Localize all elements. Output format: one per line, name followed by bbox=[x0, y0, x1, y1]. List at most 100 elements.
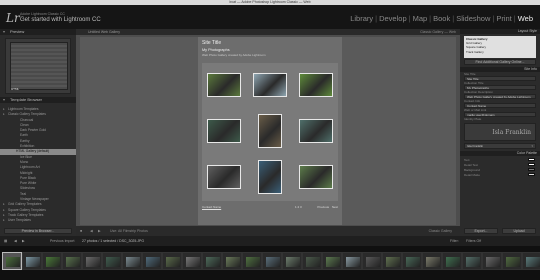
module-print[interactable]: Print bbox=[496, 14, 511, 23]
filmstrip-thumbnail[interactable] bbox=[402, 252, 422, 270]
filmstrip-thumbnail[interactable] bbox=[142, 252, 162, 270]
filmstrip-thumbnail[interactable] bbox=[162, 252, 182, 270]
filmstrip-image bbox=[486, 257, 500, 267]
identity-plate-dropdown[interactable]: Isla Franklin bbox=[464, 143, 536, 149]
contact-link[interactable]: Contact Name bbox=[202, 205, 221, 209]
filmstrip-thumbnail[interactable] bbox=[102, 252, 122, 270]
right-panel: Layout Style Classic Gallery Grid Gallery… bbox=[460, 29, 540, 236]
site-title[interactable]: Site Title bbox=[202, 40, 221, 46]
module-library[interactable]: Library bbox=[350, 14, 373, 23]
gallery-type-label: Classic Gallery bbox=[428, 229, 452, 233]
collection-title[interactable]: My Photographs bbox=[202, 48, 230, 52]
grid-cell bbox=[294, 155, 338, 199]
filmstrip-thumbnail[interactable] bbox=[322, 252, 342, 270]
filmstrip-thumbnail[interactable] bbox=[282, 252, 302, 270]
page-numbers[interactable]: 1 2 3 bbox=[295, 205, 302, 209]
module-map[interactable]: Map bbox=[413, 14, 428, 23]
template-browser-header[interactable]: Template Browser bbox=[0, 97, 76, 103]
use-photos-label[interactable]: Use: All Filmstrip Photos bbox=[110, 229, 148, 233]
site-info-header[interactable]: Site Info bbox=[460, 67, 540, 72]
filmstrip-thumbnail[interactable] bbox=[502, 252, 522, 270]
filmstrip-source[interactable]: Previous Import bbox=[50, 236, 75, 246]
preview-header[interactable]: Preview bbox=[0, 29, 76, 35]
gallery-thumbnail[interactable] bbox=[207, 165, 241, 189]
filmstrip-thumbnail[interactable] bbox=[482, 252, 502, 270]
filmstrip-thumbnail[interactable] bbox=[182, 252, 202, 270]
filmstrip-image bbox=[6, 257, 20, 267]
home-icon[interactable]: ■ bbox=[80, 229, 82, 233]
filmstrip-thumbnail[interactable] bbox=[22, 252, 42, 270]
filmstrip-image bbox=[286, 257, 300, 267]
module-book[interactable]: Book bbox=[433, 14, 450, 23]
filmstrip-thumbnail[interactable] bbox=[522, 252, 540, 270]
export-button[interactable]: Export... bbox=[464, 228, 498, 234]
identity-plate[interactable]: Isla Franklin bbox=[464, 123, 536, 141]
color-swatch[interactable] bbox=[528, 173, 535, 176]
filmstrip-thumbnail[interactable] bbox=[262, 252, 282, 270]
filmstrip-thumbnail[interactable] bbox=[82, 252, 102, 270]
forward-icon[interactable]: ▶ bbox=[22, 236, 25, 246]
filmstrip-thumbnail[interactable] bbox=[242, 252, 262, 270]
module-slideshow[interactable]: Slideshow bbox=[456, 14, 490, 23]
template-item[interactable]: User Templates bbox=[0, 218, 76, 224]
filmstrip-thumbnail[interactable] bbox=[42, 252, 62, 270]
web-preview-stage: Site Title My Photographs Web Photo Gall… bbox=[80, 37, 456, 225]
back-icon[interactable]: ◀ bbox=[14, 236, 17, 246]
gallery-thumbnail[interactable] bbox=[258, 160, 282, 194]
filmstrip-thumbnail[interactable] bbox=[342, 252, 362, 270]
identity-line2[interactable]: Get started with Lightroom CC bbox=[20, 17, 101, 23]
filmstrip-image bbox=[166, 257, 180, 267]
gallery-page: Site Title My Photographs Web Photo Gall… bbox=[198, 37, 342, 225]
filmstrip-thumbnail[interactable] bbox=[422, 252, 442, 270]
preview-in-browser-button[interactable]: Preview in Browser... bbox=[4, 228, 72, 234]
filmstrip-image bbox=[186, 257, 200, 267]
gallery-thumbnail[interactable] bbox=[253, 73, 287, 97]
gallery-thumbnail[interactable] bbox=[299, 73, 333, 97]
filmstrip-thumbnail[interactable] bbox=[222, 252, 242, 270]
filmstrip-thumbnail[interactable] bbox=[122, 252, 142, 270]
filmstrip-thumbnail[interactable] bbox=[2, 252, 22, 270]
thumbnail-grid bbox=[202, 63, 338, 201]
lr-logo: Lr bbox=[6, 11, 20, 25]
template-list: Lightroom TemplatesClassic Gallery Templ… bbox=[0, 106, 76, 225]
next-arrow-icon[interactable]: ▶ bbox=[98, 229, 101, 233]
collection-description[interactable]: Web Photo Gallery created by Adobe Light… bbox=[202, 53, 265, 57]
color-swatch[interactable] bbox=[528, 168, 535, 171]
filmstrip-image bbox=[26, 257, 40, 267]
filmstrip-thumbnail[interactable] bbox=[382, 252, 402, 270]
filmstrip-image bbox=[346, 257, 360, 267]
filmstrip-thumbnail[interactable] bbox=[202, 252, 222, 270]
gallery-thumbnail[interactable] bbox=[299, 165, 333, 189]
filmstrip-thumbnail[interactable] bbox=[442, 252, 462, 270]
previous-link[interactable]: Previous bbox=[317, 205, 329, 209]
module-web[interactable]: Web bbox=[518, 14, 533, 23]
prev-arrow-icon[interactable]: ◀ bbox=[90, 229, 93, 233]
layout-style-header[interactable]: Layout Style bbox=[460, 29, 540, 34]
filmstrip-thumbnail[interactable] bbox=[462, 252, 482, 270]
gallery-right-small: Classic Gallery — Web bbox=[420, 30, 456, 34]
module-develop[interactable]: Develop bbox=[379, 14, 407, 23]
filmstrip-header: ▦ ◀ ▶ Previous Import 27 photos / 1 sele… bbox=[0, 236, 540, 246]
filmstrip-thumbnail[interactable] bbox=[362, 252, 382, 270]
color-swatch[interactable] bbox=[528, 163, 535, 166]
filmstrip-thumbnail[interactable] bbox=[302, 252, 322, 270]
layout-option[interactable]: Track Gallery bbox=[466, 50, 534, 54]
color-swatch[interactable] bbox=[528, 158, 535, 161]
gallery-thumbnail[interactable] bbox=[258, 114, 282, 148]
upload-button[interactable]: Upload bbox=[502, 228, 536, 234]
filter-dropdown[interactable]: Filters Off bbox=[466, 236, 481, 246]
module-separator: | bbox=[513, 14, 516, 23]
gallery-thumbnail[interactable] bbox=[207, 73, 241, 97]
preview-image bbox=[10, 42, 68, 90]
filmstrip-image bbox=[146, 257, 160, 267]
next-link[interactable]: Next bbox=[332, 205, 338, 209]
gallery-thumbnail[interactable] bbox=[299, 119, 333, 143]
find-gallery-button[interactable]: Find Additional Gallery Online... bbox=[464, 59, 536, 65]
gallery-title-small: Untitled Web Gallery bbox=[88, 30, 121, 34]
identity-plate-text: Isla Franklin bbox=[492, 129, 531, 136]
filmstrip-thumbnail[interactable] bbox=[62, 252, 82, 270]
gallery-thumbnail[interactable] bbox=[207, 119, 241, 143]
grid-cell bbox=[248, 63, 292, 107]
grid-icon[interactable]: ▦ bbox=[4, 236, 7, 246]
filmstrip-image bbox=[306, 257, 320, 267]
